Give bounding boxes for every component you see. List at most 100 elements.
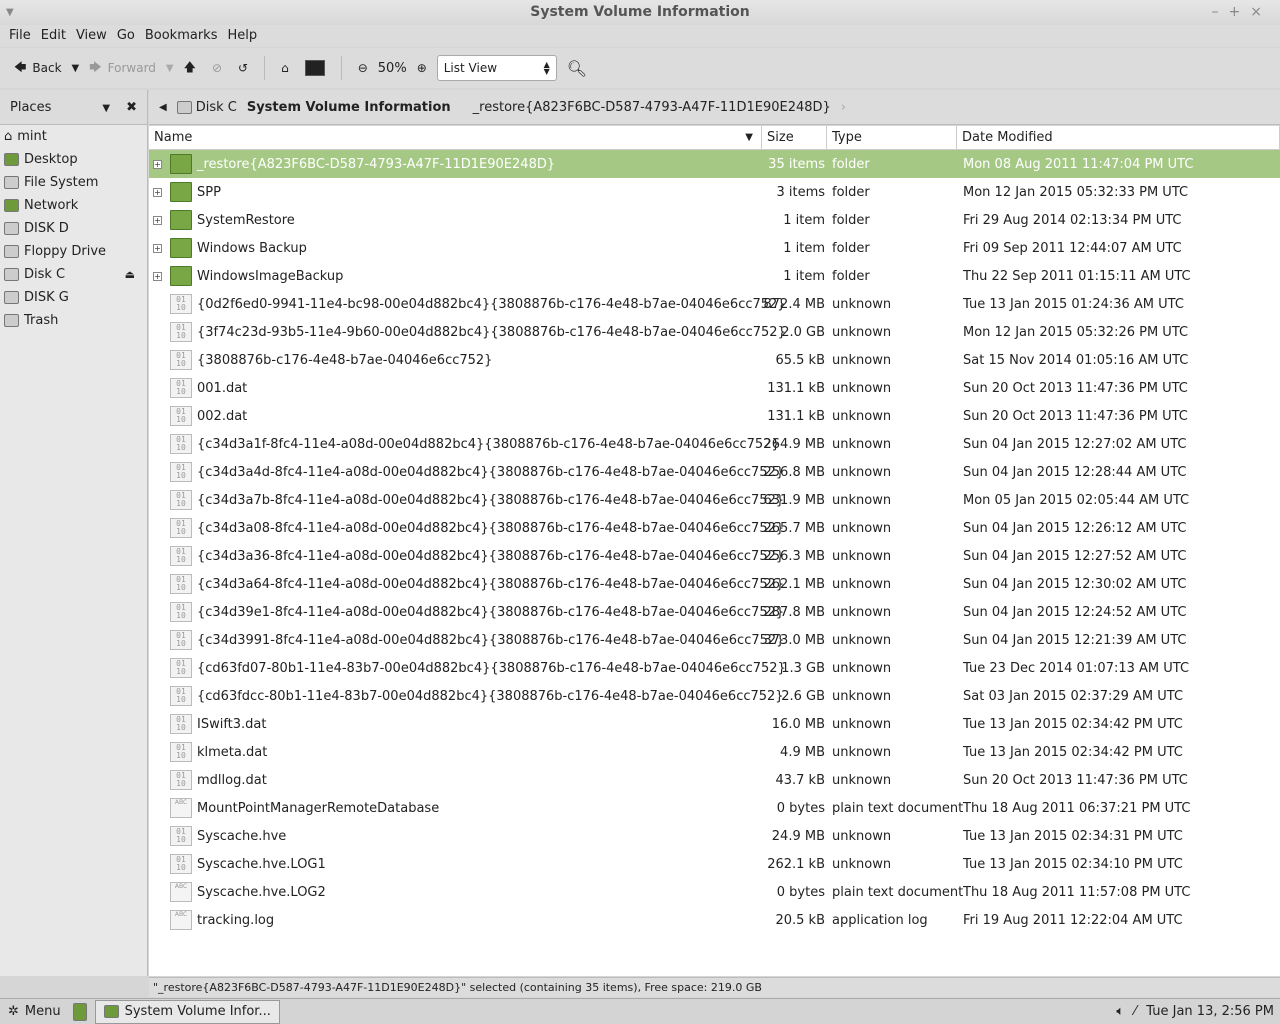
expander-icon[interactable]: + [153, 187, 162, 197]
sidebar-item-file-system[interactable]: File System [0, 171, 147, 194]
window-menu-icon[interactable]: ▼ [6, 0, 14, 25]
file-row[interactable]: 01 10 {c34d39e1-8fc4-11e4-a08d-00e04d882bc… [149, 598, 1280, 626]
menu-edit[interactable]: Edit [36, 25, 71, 47]
file-row[interactable]: ABC tracking.log 20.5 kB application log Fri… [149, 906, 1280, 934]
drive-icon [4, 176, 19, 189]
forward-button[interactable]: 🡆 Forward [83, 58, 162, 79]
zoom-out-button[interactable]: ⊖ [352, 61, 374, 75]
file-row[interactable]: 01 10 {c34d3991-8fc4-11e4-a08d-00e04d882bc… [149, 626, 1280, 654]
file-row[interactable]: 01 10 {cd63fdcc-80b1-11e4-83b7-00e04d882bc… [149, 682, 1280, 710]
file-type: unknown [832, 744, 892, 760]
sidebar-item-mint[interactable]: ⌂ mint [0, 125, 147, 148]
breadcrumb-right-icon[interactable]: › [841, 100, 846, 115]
file-row[interactable]: 01 10 {c34d3a7b-8fc4-11e4-a08d-00e04d882bc… [149, 486, 1280, 514]
network-icon[interactable]: ⁄ [1134, 1004, 1136, 1019]
back-button[interactable]: 🡄 Back [8, 58, 68, 79]
stop-button[interactable]: ⊘ [206, 61, 228, 75]
show-desktop-icon[interactable] [72, 1002, 87, 1021]
sidebar-item-disk-d[interactable]: DISK D [0, 217, 147, 240]
file-row[interactable]: 01 10 {c34d3a1f-8fc4-11e4-a08d-00e04d882bc… [149, 430, 1280, 458]
expander-icon[interactable]: + [153, 159, 162, 169]
file-row[interactable]: 01 10 Syscache.hve 24.9 MB unknown Tue 13 Jan… [149, 822, 1280, 850]
file-row[interactable]: 01 10 {c34d3a4d-8fc4-11e4-a08d-00e04d882bc… [149, 458, 1280, 486]
start-menu-button[interactable]: ✲ Menu [8, 1004, 61, 1019]
zoom-in-button[interactable]: ⊕ [411, 61, 433, 75]
close-sidebar-icon[interactable]: ✖ [126, 100, 137, 115]
file-row[interactable]: 01 10 {cd63fd07-80b1-11e4-83b7-00e04d882bc… [149, 654, 1280, 682]
file-row[interactable]: + Windows Backup 1 item folder Fri 09 Sep 20… [149, 234, 1280, 262]
column-name[interactable]: Name ▼ [149, 126, 762, 149]
back-history-dropdown-icon[interactable]: ▼ [72, 63, 80, 74]
binary-file-icon: 01 10 [170, 574, 192, 594]
file-row[interactable]: + _restore{A823F6BC-D587-4793-A47F-11D1E9… [149, 150, 1280, 178]
column-size[interactable]: Size [762, 126, 827, 149]
back-label: Back [32, 61, 62, 75]
file-size: 2.6 GB [781, 688, 825, 704]
file-row[interactable]: 01 10 {c34d3a36-8fc4-11e4-a08d-00e04d882bc… [149, 542, 1280, 570]
breadcrumb-disk-c[interactable]: Disk C [176, 100, 237, 115]
window-title: System Volume Information [530, 4, 750, 20]
menu-go[interactable]: Go [112, 25, 140, 47]
forward-history-dropdown-icon[interactable]: ▼ [166, 63, 174, 74]
taskbar-window-button[interactable]: System Volume Infor... [94, 999, 280, 1024]
sidebar-item-label: Floppy Drive [24, 244, 107, 259]
menu-bookmarks[interactable]: Bookmarks [140, 25, 223, 47]
file-row[interactable]: 01 10 {3f74c23d-93b5-11e4-9b60-00e04d882bc… [149, 318, 1280, 346]
column-date-modified[interactable]: Date Modified [957, 126, 1280, 149]
file-row[interactable]: 01 10 001.dat 131.1 kB unknown Sun 20 Oct 201… [149, 374, 1280, 402]
breadcrumb-current[interactable]: System Volume Information [247, 100, 451, 115]
file-size: 262.1 MB [763, 576, 825, 592]
search-button[interactable]: 🔍︎ [561, 59, 593, 78]
reload-button[interactable]: ↺ [232, 61, 254, 75]
file-size: 1.3 GB [781, 660, 825, 676]
breadcrumb-child[interactable]: _restore{A823F6BC-D587-4793-A47F-11D1E90… [473, 100, 831, 115]
sidebar-item-floppy-drive[interactable]: Floppy Drive [0, 240, 147, 263]
sidebar-dropdown-icon[interactable]: ▼ [102, 103, 110, 114]
file-row[interactable]: + SystemRestore 1 item folder Fri 29 Aug 201… [149, 206, 1280, 234]
file-size: 631.9 MB [763, 492, 825, 508]
menu-view[interactable]: View [71, 25, 112, 47]
view-mode-select[interactable]: List View ▲ ▼ [436, 55, 557, 81]
file-row[interactable]: 01 10 Syscache.hve.LOG1 262.1 kB unknown Tue … [149, 850, 1280, 878]
clock[interactable]: Tue Jan 13, 2:56 PM [1146, 1004, 1274, 1019]
sidebar-item-label: Desktop [24, 152, 78, 167]
column-type[interactable]: Type [827, 126, 957, 149]
file-type: unknown [832, 856, 892, 872]
sidebar-item-desktop[interactable]: Desktop [0, 148, 147, 171]
menu-help[interactable]: Help [222, 25, 262, 47]
folder-icon [103, 1005, 119, 1018]
sidebar-item-disk-g[interactable]: DISK G [0, 286, 147, 309]
expander-icon[interactable]: + [153, 243, 162, 253]
volume-icon[interactable]: 🔈︎ [1116, 1004, 1124, 1019]
file-row[interactable]: ABC MountPointManagerRemoteDatabase 0 byte… [149, 794, 1280, 822]
sidebar-item-network[interactable]: Network [0, 194, 147, 217]
file-row[interactable]: 01 10 klmeta.dat 4.9 MB unknown Tue 13 Jan 20… [149, 738, 1280, 766]
file-row[interactable]: 01 10 002.dat 131.1 kB unknown Sun 20 Oct 201… [149, 402, 1280, 430]
file-row[interactable]: 01 10 ISwift3.dat 16.0 MB unknown Tue 13 Jan … [149, 710, 1280, 738]
file-name: {0d2f6ed0-9941-11e4-bc98-00e04d882bc4}{3… [197, 296, 786, 312]
file-row[interactable]: 01 10 {0d2f6ed0-9941-11e4-bc98-00e04d882bc… [149, 290, 1280, 318]
sidebar-item-trash[interactable]: Trash [0, 309, 147, 332]
file-name: SPP [197, 184, 221, 200]
file-row[interactable]: + SPP 3 items folder Mon 12 Jan 2015 05:32:3… [149, 178, 1280, 206]
file-row[interactable]: 01 10 {c34d3a08-8fc4-11e4-a08d-00e04d882bc… [149, 514, 1280, 542]
file-row[interactable]: 01 10 mdllog.dat 43.7 kB unknown Sun 20 Oct 2… [149, 766, 1280, 794]
window-controls[interactable]: –+× [1212, 0, 1272, 25]
expander-icon[interactable]: + [153, 215, 162, 225]
computer-button[interactable] [299, 60, 331, 76]
file-size: 262.1 kB [767, 856, 825, 872]
file-row[interactable]: 01 10 {c34d3a64-8fc4-11e4-a08d-00e04d882bc… [149, 570, 1280, 598]
home-button[interactable]: ⌂ [275, 61, 295, 75]
up-button[interactable]: 🡅 [178, 58, 202, 79]
sidebar-item-disk-c[interactable]: Disk C ⏏ [0, 263, 147, 286]
file-row[interactable]: 01 10 {3808876b-c176-4e48-b7ae-04046e6cc75… [149, 346, 1280, 374]
eject-icon[interactable]: ⏏ [125, 268, 135, 281]
menu-file[interactable]: File [4, 25, 36, 47]
sidebar-title: Places [10, 99, 52, 115]
file-row[interactable]: + WindowsImageBackup 1 item folder Thu 22 Se… [149, 262, 1280, 290]
file-type: folder [832, 156, 870, 172]
expander-icon[interactable]: + [153, 271, 162, 281]
breadcrumb-left-icon[interactable]: ◀ [159, 102, 167, 113]
file-name: {cd63fdcc-80b1-11e4-83b7-00e04d882bc4}{3… [197, 688, 784, 704]
file-row[interactable]: ABC Syscache.hve.LOG2 0 bytes plain text do… [149, 878, 1280, 906]
